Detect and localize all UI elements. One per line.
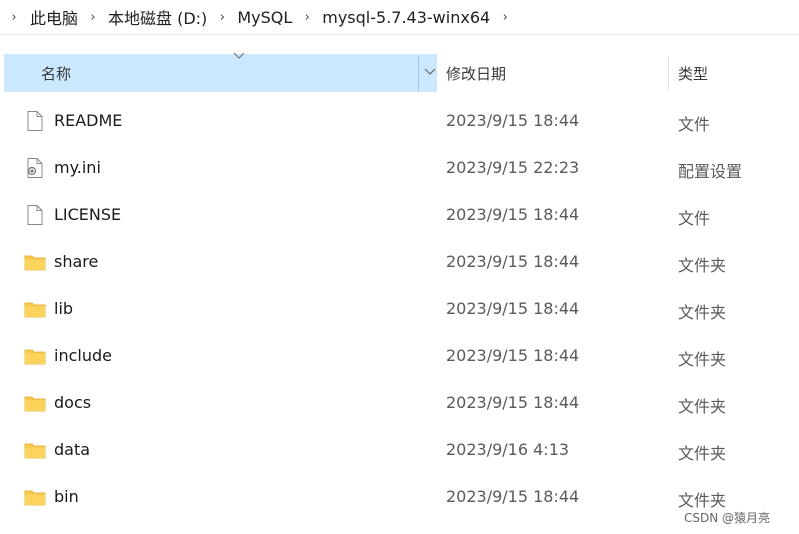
file-date: 2023/9/15 22:23 (446, 158, 580, 177)
file-row[interactable]: README 2023/9/15 18:44 文件 (0, 98, 799, 145)
breadcrumb-item-mysql[interactable]: MySQL (235, 8, 294, 27)
file-type: 文件夹 (678, 444, 727, 463)
chevron-right-icon[interactable]: › (80, 0, 106, 34)
folder-row[interactable]: bin 2023/9/15 18:44 文件夹 (0, 474, 799, 521)
breadcrumb: › 此电脑 › 本地磁盘 (D:) › MySQL › mysql-5.7.43… (0, 0, 799, 35)
file-date: 2023/9/15 18:44 (446, 487, 580, 506)
file-type: 文件 (678, 209, 711, 228)
file-list: README 2023/9/15 18:44 文件 my.ini 2023/9/… (0, 98, 799, 521)
folder-icon (24, 302, 46, 318)
file-date: 2023/9/15 18:44 (446, 205, 580, 224)
column-divider[interactable] (418, 56, 419, 90)
file-name: LICENSE (54, 205, 122, 224)
file-type: 文件夹 (678, 303, 727, 322)
folder-icon (24, 255, 46, 271)
file-row[interactable]: my.ini 2023/9/15 22:23 配置设置 (0, 145, 799, 192)
folder-icon (24, 443, 46, 459)
folder-icon (24, 396, 46, 412)
sort-ascending-icon (233, 52, 245, 59)
breadcrumb-item-this-pc[interactable]: 此电脑 (28, 5, 80, 29)
chevron-right-icon[interactable]: › (492, 0, 518, 34)
chevron-right-icon[interactable]: › (294, 0, 320, 34)
breadcrumb-item-local-disk[interactable]: 本地磁盘 (D:) (106, 5, 209, 29)
file-date: 2023/9/15 18:44 (446, 393, 580, 412)
folder-icon (24, 490, 46, 506)
file-date: 2023/9/15 18:44 (446, 346, 580, 365)
folder-name: docs (54, 393, 92, 412)
chevron-right-icon[interactable]: › (0, 0, 28, 34)
file-date: 2023/9/15 18:44 (446, 111, 580, 130)
settings-file-icon (27, 158, 43, 178)
file-row[interactable]: LICENSE 2023/9/15 18:44 文件 (0, 192, 799, 239)
watermark: CSDN @猿月亮 (684, 511, 771, 525)
column-header-name-label: 名称 (41, 65, 72, 83)
file-type: 配置设置 (678, 162, 743, 181)
folder-name: data (54, 440, 91, 459)
folder-icon (24, 349, 46, 365)
folder-name: bin (54, 487, 79, 506)
chevron-down-icon[interactable] (421, 63, 439, 81)
file-date: 2023/9/16 4:13 (446, 440, 570, 459)
file-date: 2023/9/15 18:44 (446, 299, 580, 318)
file-type: 文件夹 (678, 350, 727, 369)
file-type: 文件夹 (678, 256, 727, 275)
folder-name: lib (54, 299, 74, 318)
column-divider[interactable] (668, 56, 669, 90)
column-header: 名称 修改日期 类型 (0, 52, 799, 92)
chevron-right-icon[interactable]: › (209, 0, 235, 34)
folder-row[interactable]: lib 2023/9/15 18:44 文件夹 (0, 286, 799, 333)
column-header-name[interactable]: 名称 (4, 52, 439, 92)
column-header-type-label: 类型 (678, 65, 709, 83)
file-type: 文件 (678, 115, 711, 134)
file-type: 文件夹 (678, 491, 727, 510)
breadcrumb-item-mysql-version[interactable]: mysql-5.7.43-winx64 (320, 8, 492, 27)
folder-row[interactable]: data 2023/9/16 4:13 文件夹 (0, 427, 799, 474)
folder-row[interactable]: docs 2023/9/15 18:44 文件夹 (0, 380, 799, 427)
folder-name: include (54, 346, 112, 365)
file-name: README (54, 111, 123, 130)
file-icon (27, 205, 43, 225)
folder-name: share (54, 252, 99, 271)
file-icon (27, 111, 43, 131)
folder-row[interactable]: share 2023/9/15 18:44 文件夹 (0, 239, 799, 286)
folder-row[interactable]: include 2023/9/15 18:44 文件夹 (0, 333, 799, 380)
file-date: 2023/9/15 18:44 (446, 252, 580, 271)
file-name: my.ini (54, 158, 101, 177)
column-header-date-label: 修改日期 (446, 65, 507, 83)
file-type: 文件夹 (678, 397, 727, 416)
